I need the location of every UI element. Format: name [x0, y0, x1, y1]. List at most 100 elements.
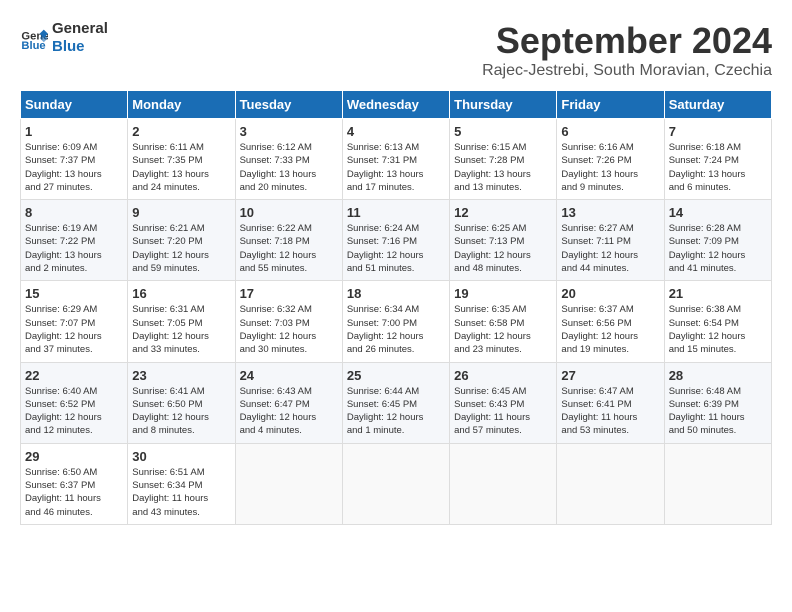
calendar-cell: 30 Sunrise: 6:51 AM Sunset: 6:34 PM Dayli…: [128, 443, 235, 524]
day-number: 9: [132, 205, 230, 220]
header-day-monday: Monday: [128, 91, 235, 119]
day-number: 28: [669, 368, 767, 383]
day-info: Sunrise: 6:41 AM Sunset: 6:50 PM Dayligh…: [132, 385, 230, 438]
day-info: Sunrise: 6:22 AM Sunset: 7:18 PM Dayligh…: [240, 222, 338, 275]
calendar-cell: 7 Sunrise: 6:18 AM Sunset: 7:24 PM Daylig…: [664, 119, 771, 200]
day-info: Sunrise: 6:35 AM Sunset: 6:58 PM Dayligh…: [454, 303, 552, 356]
day-number: 21: [669, 286, 767, 301]
header-day-sunday: Sunday: [21, 91, 128, 119]
calendar-cell: 4 Sunrise: 6:13 AM Sunset: 7:31 PM Daylig…: [342, 119, 449, 200]
calendar-cell: 13 Sunrise: 6:27 AM Sunset: 7:11 PM Dayli…: [557, 200, 664, 281]
calendar-cell: [450, 443, 557, 524]
calendar-week-row: 1 Sunrise: 6:09 AM Sunset: 7:37 PM Daylig…: [21, 119, 772, 200]
day-info: Sunrise: 6:43 AM Sunset: 6:47 PM Dayligh…: [240, 385, 338, 438]
day-info: Sunrise: 6:37 AM Sunset: 6:56 PM Dayligh…: [561, 303, 659, 356]
calendar-week-row: 8 Sunrise: 6:19 AM Sunset: 7:22 PM Daylig…: [21, 200, 772, 281]
day-number: 26: [454, 368, 552, 383]
logo-general: General: [52, 20, 108, 38]
header-day-friday: Friday: [557, 91, 664, 119]
calendar-cell: 12Sunrise: 6:25 AM Sunset: 7:13 PM Dayli…: [450, 200, 557, 281]
calendar-week-row: 29 Sunrise: 6:50 AM Sunset: 6:37 PM Dayli…: [21, 443, 772, 524]
calendar-cell: 27 Sunrise: 6:47 AM Sunset: 6:41 PM Dayli…: [557, 362, 664, 443]
day-info: Sunrise: 6:16 AM Sunset: 7:26 PM Dayligh…: [561, 141, 659, 194]
day-info: Sunrise: 6:18 AM Sunset: 7:24 PM Dayligh…: [669, 141, 767, 194]
page-header: General Blue General Blue September 2024…: [20, 20, 772, 80]
day-number: 22: [25, 368, 123, 383]
day-number: 27: [561, 368, 659, 383]
day-info: Sunrise: 6:32 AM Sunset: 7:03 PM Dayligh…: [240, 303, 338, 356]
day-number: 10: [240, 205, 338, 220]
day-number: 7: [669, 124, 767, 139]
header-day-saturday: Saturday: [664, 91, 771, 119]
day-number: 14: [669, 205, 767, 220]
calendar-week-row: 15 Sunrise: 6:29 AM Sunset: 7:07 PM Dayli…: [21, 281, 772, 362]
logo-blue: Blue: [52, 38, 108, 56]
calendar-cell: 19 Sunrise: 6:35 AM Sunset: 6:58 PM Dayli…: [450, 281, 557, 362]
calendar-cell: 25Sunrise: 6:44 AM Sunset: 6:45 PM Dayli…: [342, 362, 449, 443]
day-info: Sunrise: 6:31 AM Sunset: 7:05 PM Dayligh…: [132, 303, 230, 356]
calendar-cell: 20 Sunrise: 6:37 AM Sunset: 6:56 PM Dayli…: [557, 281, 664, 362]
day-info: Sunrise: 6:19 AM Sunset: 7:22 PM Dayligh…: [25, 222, 123, 275]
calendar-cell: 18 Sunrise: 6:34 AM Sunset: 7:00 PM Dayli…: [342, 281, 449, 362]
logo: General Blue General Blue: [20, 20, 108, 56]
logo-icon: General Blue: [20, 24, 48, 52]
calendar-cell: 2 Sunrise: 6:11 AM Sunset: 7:35 PM Daylig…: [128, 119, 235, 200]
day-info: Sunrise: 6:24 AM Sunset: 7:16 PM Dayligh…: [347, 222, 445, 275]
day-info: Sunrise: 6:51 AM Sunset: 6:34 PM Dayligh…: [132, 466, 230, 519]
day-info: Sunrise: 6:47 AM Sunset: 6:41 PM Dayligh…: [561, 385, 659, 438]
calendar-cell: 10 Sunrise: 6:22 AM Sunset: 7:18 PM Dayli…: [235, 200, 342, 281]
day-number: 3: [240, 124, 338, 139]
calendar-cell: 22 Sunrise: 6:40 AM Sunset: 6:52 PM Dayli…: [21, 362, 128, 443]
calendar-cell: 5 Sunrise: 6:15 AM Sunset: 7:28 PM Daylig…: [450, 119, 557, 200]
day-number: 4: [347, 124, 445, 139]
day-number: 2: [132, 124, 230, 139]
day-info: Sunrise: 6:28 AM Sunset: 7:09 PM Dayligh…: [669, 222, 767, 275]
day-info: Sunrise: 6:45 AM Sunset: 6:43 PM Dayligh…: [454, 385, 552, 438]
title-block: September 2024 Rajec-Jestrebi, South Mor…: [482, 20, 772, 80]
day-number: 12: [454, 205, 552, 220]
day-info: Sunrise: 6:11 AM Sunset: 7:35 PM Dayligh…: [132, 141, 230, 194]
day-number: 6: [561, 124, 659, 139]
day-number: 11: [347, 205, 445, 220]
day-info: Sunrise: 6:48 AM Sunset: 6:39 PM Dayligh…: [669, 385, 767, 438]
calendar-cell: 29 Sunrise: 6:50 AM Sunset: 6:37 PM Dayli…: [21, 443, 128, 524]
calendar-cell: 3Sunrise: 6:12 AM Sunset: 7:33 PM Daylig…: [235, 119, 342, 200]
day-info: Sunrise: 6:15 AM Sunset: 7:28 PM Dayligh…: [454, 141, 552, 194]
day-number: 20: [561, 286, 659, 301]
day-info: Sunrise: 6:21 AM Sunset: 7:20 PM Dayligh…: [132, 222, 230, 275]
calendar-cell: 17 Sunrise: 6:32 AM Sunset: 7:03 PM Dayli…: [235, 281, 342, 362]
day-number: 13: [561, 205, 659, 220]
day-info: Sunrise: 6:50 AM Sunset: 6:37 PM Dayligh…: [25, 466, 123, 519]
calendar-cell: 11 Sunrise: 6:24 AM Sunset: 7:16 PM Dayli…: [342, 200, 449, 281]
day-info: Sunrise: 6:34 AM Sunset: 7:00 PM Dayligh…: [347, 303, 445, 356]
day-info: Sunrise: 6:13 AM Sunset: 7:31 PM Dayligh…: [347, 141, 445, 194]
calendar-cell: [664, 443, 771, 524]
calendar-cell: 8 Sunrise: 6:19 AM Sunset: 7:22 PM Daylig…: [21, 200, 128, 281]
day-info: Sunrise: 6:29 AM Sunset: 7:07 PM Dayligh…: [25, 303, 123, 356]
day-info: Sunrise: 6:27 AM Sunset: 7:11 PM Dayligh…: [561, 222, 659, 275]
day-number: 15: [25, 286, 123, 301]
calendar-header-row: SundayMondayTuesdayWednesdayThursdayFrid…: [21, 91, 772, 119]
day-number: 1: [25, 124, 123, 139]
calendar-cell: 1 Sunrise: 6:09 AM Sunset: 7:37 PM Daylig…: [21, 119, 128, 200]
location-subtitle: Rajec-Jestrebi, South Moravian, Czechia: [482, 62, 772, 80]
day-info: Sunrise: 6:40 AM Sunset: 6:52 PM Dayligh…: [25, 385, 123, 438]
calendar-cell: [235, 443, 342, 524]
calendar-cell: [342, 443, 449, 524]
calendar-cell: 28 Sunrise: 6:48 AM Sunset: 6:39 PM Dayli…: [664, 362, 771, 443]
calendar-cell: 9 Sunrise: 6:21 AM Sunset: 7:20 PM Daylig…: [128, 200, 235, 281]
calendar-cell: 14 Sunrise: 6:28 AM Sunset: 7:09 PM Dayli…: [664, 200, 771, 281]
day-number: 30: [132, 449, 230, 464]
calendar-cell: 23Sunrise: 6:41 AM Sunset: 6:50 PM Dayli…: [128, 362, 235, 443]
day-number: 18: [347, 286, 445, 301]
calendar-cell: 15 Sunrise: 6:29 AM Sunset: 7:07 PM Dayli…: [21, 281, 128, 362]
calendar-table: SundayMondayTuesdayWednesdayThursdayFrid…: [20, 90, 772, 525]
calendar-cell: 6 Sunrise: 6:16 AM Sunset: 7:26 PM Daylig…: [557, 119, 664, 200]
day-number: 29: [25, 449, 123, 464]
day-number: 19: [454, 286, 552, 301]
calendar-cell: 26 Sunrise: 6:45 AM Sunset: 6:43 PM Dayli…: [450, 362, 557, 443]
day-info: Sunrise: 6:09 AM Sunset: 7:37 PM Dayligh…: [25, 141, 123, 194]
day-number: 8: [25, 205, 123, 220]
day-number: 17: [240, 286, 338, 301]
day-number: 5: [454, 124, 552, 139]
